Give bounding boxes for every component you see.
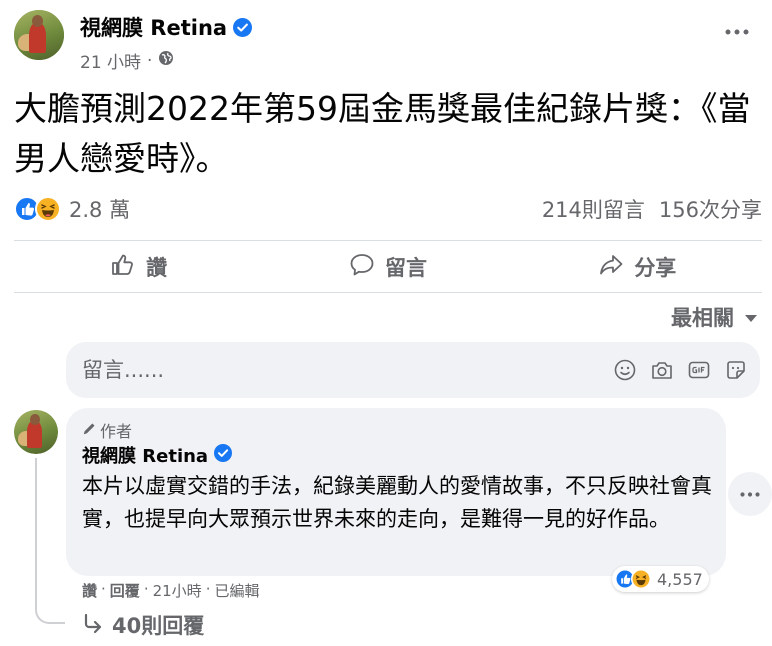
post-meta: 21 小時 · [80, 48, 174, 73]
author-avatar[interactable] [14, 10, 64, 60]
meta-separator: · [147, 50, 153, 71]
gif-icon[interactable] [687, 358, 711, 382]
comment-input[interactable] [82, 352, 582, 388]
post-time[interactable]: 21 小時 [80, 48, 141, 73]
post-text: 大膽預測2022年第59屆金馬獎最佳紀錄片獎：《當男人戀愛時》。 [14, 89, 751, 178]
pencil-icon [82, 421, 96, 440]
comment-edited: 已編輯 [214, 582, 260, 600]
meta-dot: · [101, 580, 106, 598]
divider-top [14, 240, 762, 241]
like-button[interactable]: 讚 [14, 244, 263, 290]
verified-badge-icon [214, 443, 233, 467]
meta-dot: · [205, 580, 211, 598]
comment-meta: 讚 · 回覆 · 21小時 · 已編輯 [82, 580, 259, 601]
reaction-count-group[interactable]: 2.8 萬 [14, 194, 130, 224]
thumbs-up-icon [110, 252, 136, 283]
share-button[interactable]: 分享 [513, 244, 762, 290]
post-options-icon[interactable] [722, 22, 752, 42]
comment-reaction-icons [615, 569, 651, 589]
comment-author-name[interactable]: 視網膜 Retina [82, 442, 208, 468]
reaction-icons [14, 196, 61, 222]
verified-badge-icon [233, 17, 253, 37]
comment-text: 本片以虛實交錯的手法，紀錄美麗動人的愛情故事，不只反映社會真實，也提早向大眾預示… [82, 474, 712, 531]
emoji-icon[interactable] [613, 358, 637, 382]
camera-icon[interactable] [650, 358, 674, 382]
replies-count: 40則回覆 [112, 614, 205, 638]
comment-time[interactable]: 21小時 [153, 580, 202, 601]
meta-dot: · [143, 580, 149, 598]
shares-count[interactable]: 156次分享 [659, 194, 762, 224]
share-label: 分享 [634, 256, 677, 280]
post-header: 視網膜 Retina 21 小時 · [14, 10, 758, 73]
reply-arrow-icon [82, 612, 104, 639]
like-label: 讚 [146, 256, 168, 280]
reply-thread-line [35, 458, 65, 624]
comment-author[interactable]: 視網膜 Retina [82, 442, 233, 468]
author-tag-label: 作者 [100, 422, 133, 441]
comment-button[interactable]: 留言 [263, 244, 512, 290]
comment-sort-dropdown[interactable]: 最相關 [671, 302, 758, 332]
comment-like-link[interactable]: 讚 [82, 580, 97, 601]
sort-label: 最相關 [671, 306, 734, 330]
comment-reaction-count: 4,557 [657, 569, 703, 589]
globe-icon [158, 50, 174, 71]
comment-reactions[interactable]: 4,557 [612, 566, 709, 592]
post-actions: 讚 留言 分享 [14, 244, 762, 290]
view-replies-link[interactable]: 40則回覆 [82, 610, 204, 640]
share-arrow-icon [598, 252, 624, 283]
comment-label: 留言 [384, 256, 427, 280]
comment-bubble: 作者 視網膜 Retina 本片以虛實交錯的手法，紀錄美麗動人的愛情故事，不只反… [66, 408, 726, 576]
comment-options-icon[interactable] [728, 472, 772, 516]
author-tag: 作者 [82, 418, 132, 442]
commenter-avatar[interactable] [14, 410, 58, 454]
divider-bottom [14, 292, 762, 293]
sticker-icon[interactable] [724, 358, 748, 382]
reactions-summary: 2.8 萬 214則留言 156次分享 [14, 190, 762, 228]
post-author[interactable]: 視網膜 Retina [80, 12, 253, 42]
comment-reply-link[interactable]: 回覆 [110, 580, 140, 601]
comment-composer [66, 342, 760, 398]
comment-bubble-icon [349, 252, 375, 283]
caret-down-icon [744, 305, 758, 329]
haha-reaction-icon [35, 196, 61, 222]
comments-count[interactable]: 214則留言 [542, 194, 645, 224]
haha-reaction-icon [631, 569, 651, 589]
post-author-name[interactable]: 視網膜 Retina [80, 12, 227, 42]
reaction-count[interactable]: 2.8 萬 [69, 194, 130, 224]
